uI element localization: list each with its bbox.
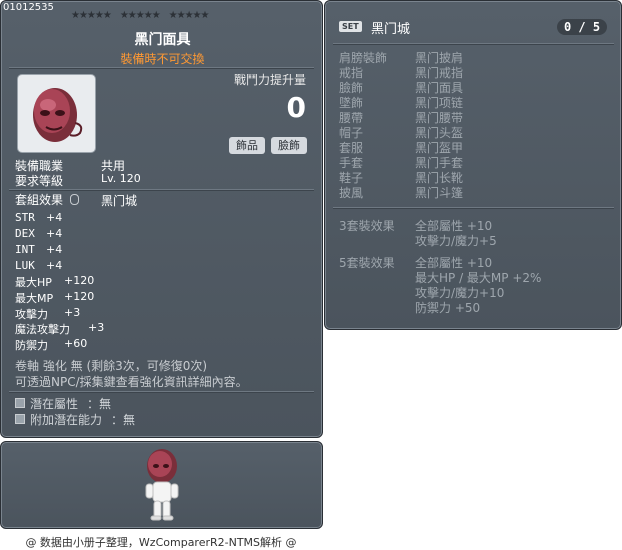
- set-piece: 披風 黑门斗篷: [339, 186, 464, 200]
- divider: [333, 207, 614, 209]
- stat-max-mp: 最大MP +120: [15, 290, 95, 305]
- set-effect-3-label: 3套裝效果: [339, 219, 395, 233]
- enhance-hint: 可透過NPC/採集鍵查看強化資訊詳細內容。: [15, 375, 248, 389]
- stat-dex: DEX +4: [15, 227, 63, 240]
- stat-magic-attack: 魔法攻擊力 +3: [15, 321, 105, 336]
- character-preview-panel: [0, 441, 323, 529]
- potential-icon: [15, 398, 25, 408]
- set-count: 0 / 5: [557, 19, 607, 35]
- item-name: 黑门面具: [134, 32, 191, 48]
- item-tooltip-panel: 01012535 ★★★★★ ★★★★★ ★★★★★ 黑门面具 裝備時不可交換 戰鬥…: [0, 0, 323, 438]
- category-tag-face: 臉飾: [271, 137, 307, 154]
- trade-restriction-note: 裝備時不可交換: [120, 52, 205, 66]
- scroll-enhance-info: 卷軸 強化 無 (剩餘3次，可修復0次): [15, 359, 208, 373]
- item-id: 01012535: [3, 2, 54, 13]
- item-icon-frame: [17, 74, 96, 153]
- character-preview-icon: [145, 449, 179, 521]
- mouse-icon: [69, 194, 79, 205]
- category-tag-accessory: 飾品: [229, 137, 265, 154]
- set-effect-5-label: 5套裝效果: [339, 256, 395, 270]
- set-panel-name: 黑门城: [371, 22, 411, 37]
- stat-max-hp: 最大HP +120: [15, 274, 95, 289]
- set-badge: SET: [339, 21, 362, 32]
- requirement-level: 要求等級 Lv. 120: [15, 172, 141, 188]
- set-effect-label: 套組效果: [15, 191, 79, 208]
- star-force-stars: ★★★★★ ★★★★★ ★★★★★: [71, 10, 209, 21]
- divider: [333, 43, 614, 45]
- set-name: 黑门城: [101, 194, 138, 208]
- stat-int: INT +4: [15, 243, 63, 256]
- power-increase-label: 戰鬥力提升量: [233, 73, 306, 87]
- stat-luk: LUK +4: [15, 259, 63, 272]
- stat-defense: 防禦力 +60: [15, 337, 88, 352]
- power-increase-value: 0: [286, 91, 306, 124]
- bonus-potential-row: 附加潛在能力 ：無: [15, 411, 135, 428]
- potential-row: 潛在屬性 ：無: [15, 395, 111, 412]
- black-mask-icon: [33, 88, 83, 142]
- divider: [9, 391, 314, 393]
- divider: [9, 67, 314, 69]
- stat-str: STR +4: [15, 211, 63, 224]
- stat-attack: 攻擊力 +3: [15, 306, 81, 321]
- set-info-panel: SET 黑门城 0 / 5 肩膀裝飾 黑门披肩 戒指 黑门戒指 臉飾 黑门面具 墜飾黑…: [324, 0, 622, 330]
- bonus-potential-icon: [15, 414, 25, 424]
